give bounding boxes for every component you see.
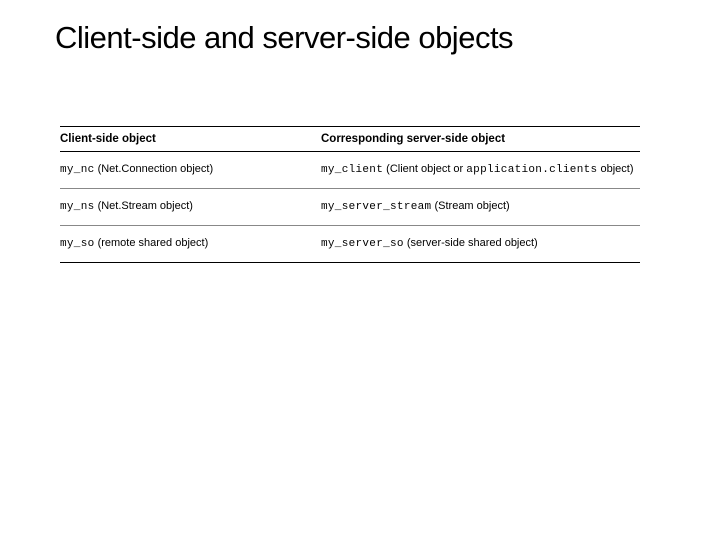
slide-container: Client-side and server-side objects Clie… — [0, 0, 720, 263]
client-code: my_ns — [60, 201, 95, 213]
cell-server: my_server_so (server-side shared object) — [321, 225, 640, 262]
server-code: my_server_stream — [321, 201, 431, 213]
server-code: my_client — [321, 164, 383, 176]
client-desc: (Net.Stream object) — [95, 200, 193, 212]
cell-server: my_client (Client object or application.… — [321, 152, 640, 189]
cell-client: my_ns (Net.Stream object) — [60, 188, 321, 225]
server-desc: (server-side shared object) — [404, 237, 538, 249]
cell-client: my_nc (Net.Connection object) — [60, 152, 321, 189]
table-container: Client-side object Corresponding server-… — [0, 126, 720, 263]
cell-server: my_server_stream (Stream object) — [321, 188, 640, 225]
slide-title: Client-side and server-side objects — [0, 20, 720, 56]
server-desc: (Client object or — [383, 163, 466, 175]
client-code: my_so — [60, 238, 95, 250]
objects-table: Client-side object Corresponding server-… — [60, 126, 640, 263]
server-desc: (Stream object) — [431, 200, 509, 212]
table-row: my_ns (Net.Stream object) my_server_stre… — [60, 188, 640, 225]
client-desc: (remote shared object) — [95, 237, 209, 249]
cell-client: my_so (remote shared object) — [60, 225, 321, 262]
header-client: Client-side object — [60, 127, 321, 152]
client-code: my_nc — [60, 164, 95, 176]
client-desc: (Net.Connection object) — [95, 163, 214, 175]
table-header-row: Client-side object Corresponding server-… — [60, 127, 640, 152]
header-server: Corresponding server-side object — [321, 127, 640, 152]
table-row: my_nc (Net.Connection object) my_client … — [60, 152, 640, 189]
table-row: my_so (remote shared object) my_server_s… — [60, 225, 640, 262]
server-code2: application.clients — [466, 164, 597, 176]
server-desc2: object) — [597, 163, 633, 175]
server-code: my_server_so — [321, 238, 404, 250]
